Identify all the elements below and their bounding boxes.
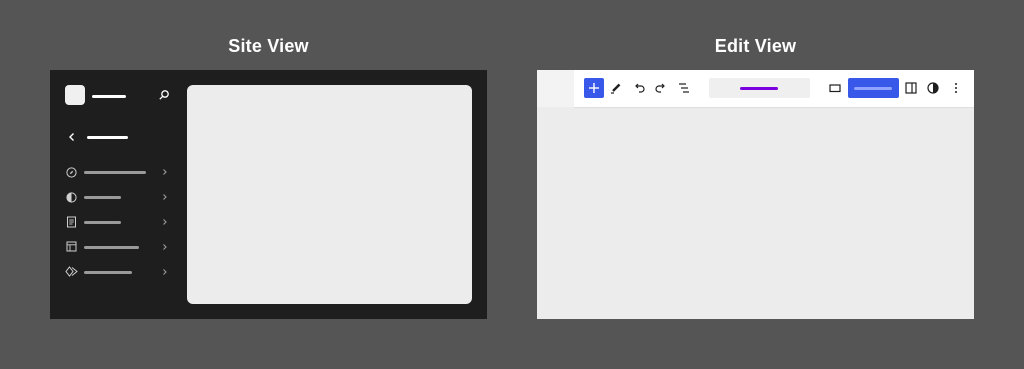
editor-canvas[interactable] (537, 108, 974, 319)
page-icon (67, 216, 76, 228)
sidebar-item-label (84, 196, 121, 199)
site-view-panel (50, 70, 487, 319)
half-circle-icon[interactable] (923, 78, 943, 98)
document-bar[interactable] (709, 78, 810, 98)
sidebar-item-label (84, 221, 121, 224)
chevron-right-icon (163, 244, 167, 250)
layout-icon (66, 241, 77, 252)
chevron-right-icon (163, 169, 167, 175)
compass-icon (66, 167, 77, 178)
site-preview-canvas[interactable] (187, 85, 472, 304)
half-circle-icon (66, 192, 77, 203)
site-name-placeholder (92, 95, 126, 98)
sidebar-item-label (84, 246, 139, 249)
undo-icon[interactable] (629, 78, 649, 98)
chevron-right-icon (163, 269, 167, 275)
document-title-placeholder (740, 87, 778, 90)
sidebar-item-label (84, 271, 132, 274)
save-label-placeholder (854, 87, 892, 90)
pencil-icon[interactable] (606, 78, 626, 98)
desktop-icon[interactable] (825, 78, 845, 98)
add-block-button[interactable] (584, 78, 604, 98)
sidebar-icon[interactable] (901, 78, 921, 98)
chevron-right-icon (163, 219, 167, 225)
section-title-placeholder (87, 136, 128, 139)
plus-icon (589, 83, 599, 93)
site-view-title: Site View (228, 36, 309, 56)
editor-corner (537, 70, 574, 107)
more-vertical-icon[interactable] (946, 78, 966, 98)
pattern-diamond-icon (65, 266, 78, 277)
edit-view-panel (537, 70, 974, 319)
editor-toolbar (574, 70, 974, 108)
edit-view-title: Edit View (714, 36, 797, 56)
save-button[interactable] (848, 78, 899, 98)
redo-icon[interactable] (651, 78, 671, 98)
site-logo[interactable] (65, 85, 85, 105)
chevron-right-icon (163, 194, 167, 200)
sidebar-item-label (84, 171, 146, 174)
search-icon[interactable] (158, 89, 170, 101)
chevron-left-icon[interactable] (67, 132, 77, 142)
list-view-icon[interactable] (674, 78, 694, 98)
